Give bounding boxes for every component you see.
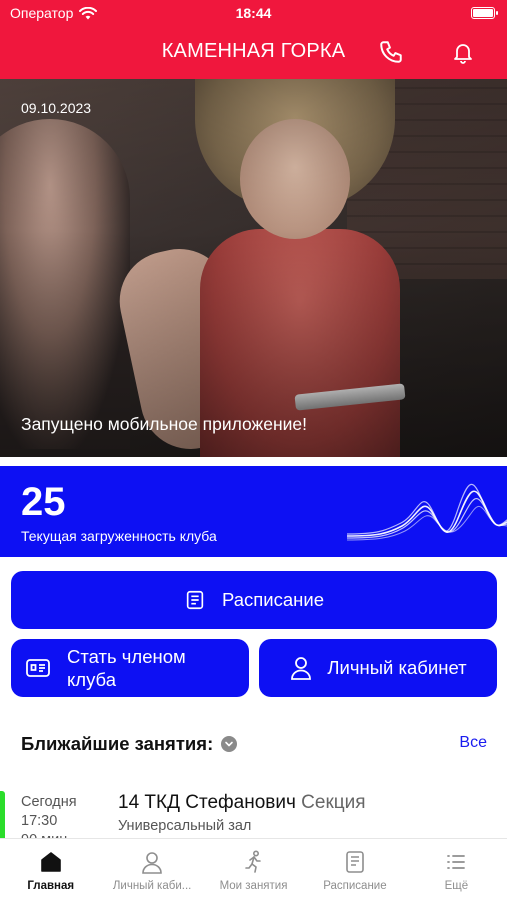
tab-cabinet[interactable]: Личный каби... (101, 839, 202, 900)
news-date: 09.10.2023 (21, 100, 92, 116)
tab-bar: Главная Личный каби... Мои занятия Распи… (0, 838, 507, 900)
class-start: 17:30 (21, 813, 58, 829)
news-caption: Запущено мобильное приложение! (21, 414, 308, 434)
tab-more[interactable]: Ещё (406, 839, 507, 900)
chevron-down-icon[interactable] (221, 736, 238, 752)
membership-button-label: Стать членом клуба (67, 646, 186, 690)
upcoming-title: Ближайшие занятия: (21, 733, 238, 755)
home-icon (40, 852, 61, 872)
banner-shade (0, 79, 507, 457)
class-indicator (0, 791, 5, 841)
class-hall: Универсальный зал (118, 818, 252, 834)
tab-my-classes-label: Мои занятия (219, 880, 288, 892)
tab-more-label: Ещё (444, 880, 469, 892)
upcoming-title-text: Ближайшие занятия: (21, 733, 214, 754)
club-load-card: 25 Текущая загруженность клуба (0, 466, 507, 557)
document-icon (346, 851, 364, 873)
cabinet-button-label: Личный кабинет (327, 657, 467, 678)
tab-cabinet-label: Личный каби... (112, 880, 192, 892)
class-day: Сегодня (21, 794, 77, 810)
club-load-value: 25 (21, 480, 66, 524)
tab-schedule[interactable]: Расписание (304, 839, 405, 900)
class-type: Секция (301, 792, 366, 813)
club-title: КАМЕННАЯ ГОРКА (161, 40, 346, 62)
phone-icon[interactable] (377, 38, 405, 66)
runner-icon (244, 850, 261, 873)
status-bar: Оператор 18:44 (0, 0, 507, 28)
person-icon (291, 657, 312, 680)
club-load-label: Текущая загруженность клуба (21, 528, 217, 544)
bell-icon[interactable] (449, 38, 477, 66)
cabinet-button[interactable]: Личный кабинет (259, 639, 497, 697)
clock: 18:44 (235, 5, 272, 21)
news-banner[interactable]: 09.10.2023 Запущено мобильное приложение… (0, 79, 507, 457)
schedule-button-label: Расписание (222, 589, 324, 610)
app-header: Оператор 18:44 КАМЕННАЯ ГОРКА (0, 0, 507, 79)
tab-home[interactable]: Главная (0, 839, 101, 900)
id-card-icon (26, 659, 50, 677)
see-all-link[interactable]: Все (459, 734, 487, 752)
membership-button[interactable]: Стать членом клуба (11, 639, 249, 697)
battery-icon (471, 7, 498, 19)
document-icon (186, 590, 204, 610)
wave-graphic (347, 483, 507, 541)
tab-schedule-label: Расписание (323, 880, 387, 892)
class-name: 14 ТКД Стефанович (118, 792, 296, 813)
tab-my-classes[interactable]: Мои занятия (203, 839, 304, 900)
person-icon (142, 852, 162, 874)
class-title: 14 ТКД Стефанович Секция (118, 792, 366, 814)
tab-home-label: Главная (27, 880, 75, 892)
list-icon (447, 855, 466, 869)
schedule-button[interactable]: Расписание (11, 571, 497, 629)
